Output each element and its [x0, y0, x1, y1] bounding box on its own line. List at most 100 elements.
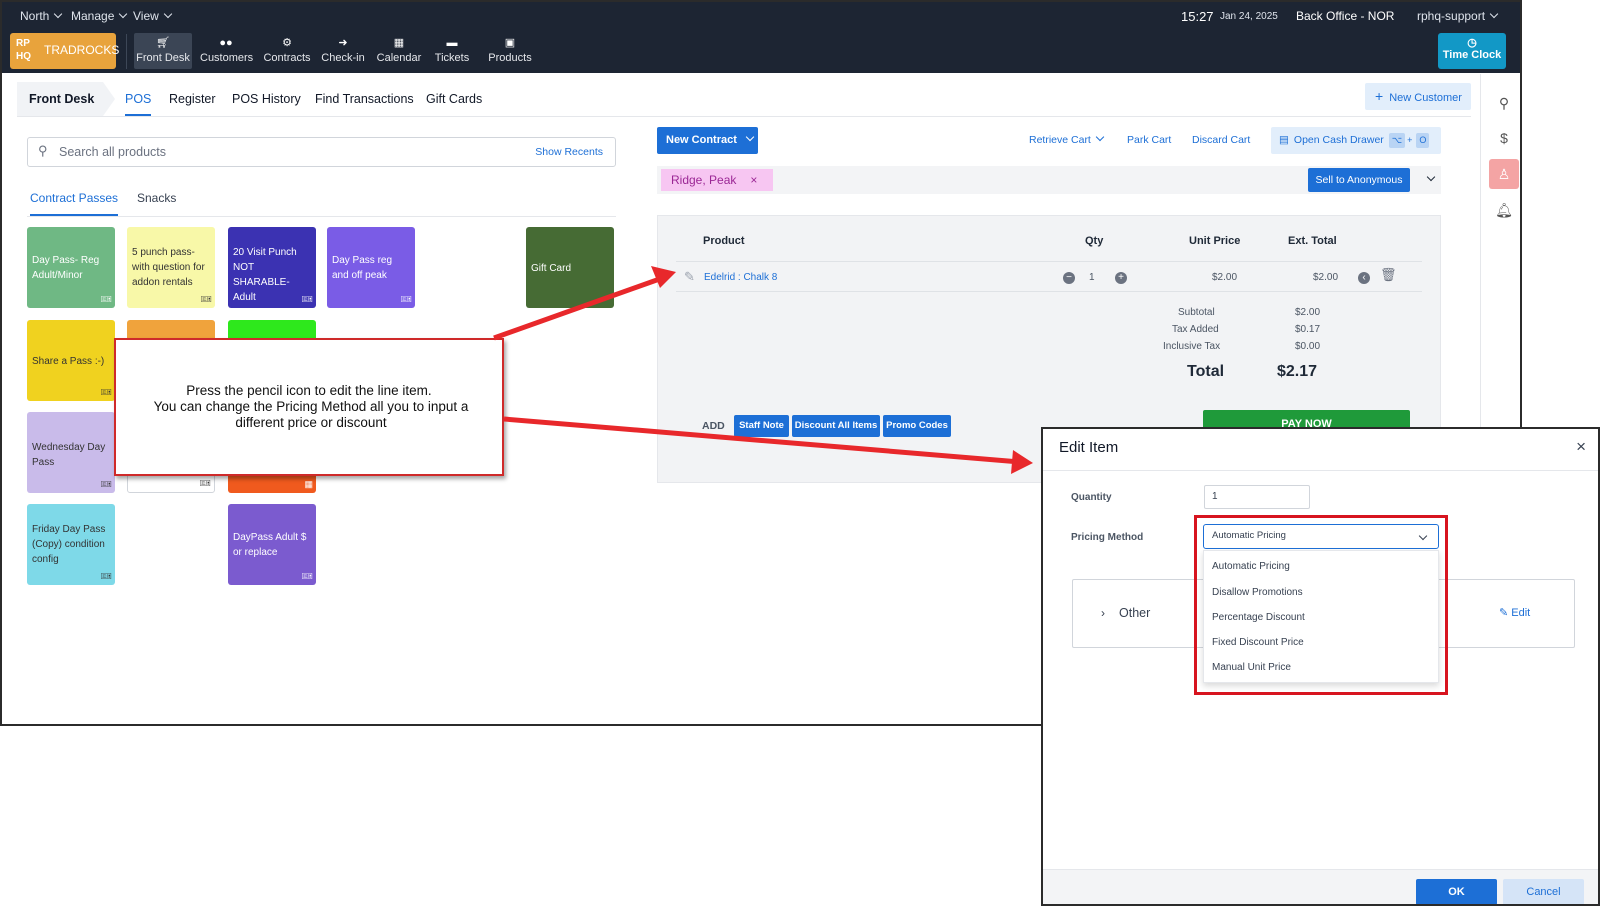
nav-divider: [126, 34, 127, 69]
tab-find-transactions[interactable]: Find Transactions: [315, 82, 414, 116]
close-icon[interactable]: ×: [750, 173, 757, 187]
chevron-down-icon: [745, 132, 755, 142]
nav-customers[interactable]: ●● Customers: [200, 33, 254, 69]
search-placeholder: Search all products: [59, 145, 167, 159]
tax-value: $0.17: [1295, 324, 1321, 335]
time-clock-button[interactable]: ◷ Time Clock: [1438, 33, 1506, 69]
back-arrow-icon[interactable]: ‹: [1358, 272, 1370, 284]
shortcut-plus: +: [1407, 135, 1413, 145]
tab-pos-history[interactable]: POS History: [232, 82, 301, 116]
edit-item-dialog: Edit Item × Quantity 1 Pricing Method › …: [1041, 427, 1600, 906]
nav-label: Calendar: [376, 52, 422, 64]
product-tile[interactable]: DayPass Adult $ or replace 🎫︎: [228, 504, 316, 585]
ticket-icon: 🎫︎: [200, 294, 212, 304]
open-cash-drawer-button[interactable]: ▤ Open Cash Drawer ⌥ + O: [1271, 127, 1441, 154]
nav-check-in[interactable]: ➜ Check-in: [320, 33, 366, 69]
tab-contract-passes[interactable]: Contract Passes: [30, 187, 119, 216]
line-unit-price: $2.00: [1212, 272, 1238, 283]
nav-products[interactable]: ▣ Products: [484, 33, 536, 69]
menu-view[interactable]: View: [133, 2, 173, 31]
brand-logo[interactable]: RP HQ TRADROCKS: [10, 33, 119, 69]
clock-date: Jan 24, 2025: [1220, 11, 1278, 22]
col-qty: Qty: [1085, 235, 1104, 247]
nav-tickets[interactable]: ▬ Tickets: [432, 33, 472, 69]
product-tile[interactable]: 5 punch pass- with question for addon re…: [127, 227, 215, 308]
close-icon[interactable]: ×: [1576, 437, 1586, 457]
top-status-bar: North Manage View 15:27 Jan 24, 2025 Bac…: [2, 2, 1520, 31]
screenshot-stage: North Manage View 15:27 Jan 24, 2025 Bac…: [0, 0, 1600, 906]
product-tile[interactable]: 20 Visit Punch NOT SHARABLE- Adult 🎫︎: [228, 227, 316, 308]
promo-codes-button[interactable]: Promo Codes: [883, 415, 951, 437]
customer-icon[interactable]: ♙: [1489, 159, 1519, 189]
sell-to-anonymous-button[interactable]: Sell to Anonymous: [1308, 168, 1410, 192]
shortcut-key: ⌥: [1388, 133, 1406, 148]
customer-chip[interactable]: Ridge, Peak ×: [661, 169, 773, 191]
new-contract-button[interactable]: New Contract: [657, 127, 758, 154]
brand-mark: RP HQ: [16, 38, 31, 62]
col-ext-total: Ext. Total: [1288, 235, 1337, 247]
other-edit-link[interactable]: ✎ Edit: [1499, 606, 1530, 619]
product-tile[interactable]: Wednesday Day Pass 🎫︎: [27, 412, 115, 493]
menu-manage[interactable]: Manage: [71, 2, 128, 31]
plus-icon: +: [1375, 88, 1384, 104]
chat-icon: ▬: [446, 37, 458, 49]
pencil-icon[interactable]: ✎: [684, 269, 695, 285]
chevron-down-icon[interactable]: [1426, 172, 1436, 182]
tab-register[interactable]: Register: [169, 82, 216, 116]
chevron-down-icon: [163, 9, 173, 19]
minus-icon[interactable]: −: [1063, 272, 1075, 284]
discard-cart-link[interactable]: Discard Cart: [1192, 127, 1250, 154]
product-tile[interactable]: Share a Pass :-) 🎫︎: [27, 320, 115, 401]
clock-time: 15:27: [1181, 9, 1214, 24]
line-product[interactable]: Edelrid : Chalk 8: [704, 272, 777, 283]
plus-icon[interactable]: +: [1115, 272, 1127, 284]
ticket-icon: 🎫︎: [400, 294, 412, 304]
search-icon[interactable]: ⚲: [1489, 88, 1519, 118]
product-tile[interactable]: Gift Card: [526, 227, 614, 308]
ticket-icon: 🎫︎: [301, 571, 313, 581]
nav-calendar[interactable]: ▦ Calendar: [374, 33, 424, 69]
trash-icon[interactable]: 🗑︎: [1380, 267, 1397, 283]
nav-label: Contracts: [263, 52, 311, 64]
ticket-icon: 🎫︎: [199, 478, 211, 488]
nav-front-desk[interactable]: 🛒︎ Front Desk: [134, 33, 192, 69]
discount-all-items-button[interactable]: Discount All Items: [792, 415, 880, 437]
tab-snacks[interactable]: Snacks: [137, 187, 176, 216]
product-tile[interactable]: Day Pass- Reg Adult/Minor 🎫︎: [27, 227, 115, 308]
park-cart-link[interactable]: Park Cart: [1127, 127, 1171, 154]
staff-note-button[interactable]: Staff Note: [734, 415, 789, 437]
ok-button[interactable]: OK: [1416, 879, 1497, 904]
product-label: 20 Visit Punch NOT SHARABLE- Adult: [233, 247, 297, 303]
nav-contracts[interactable]: ⚙ Contracts: [262, 33, 312, 69]
product-search-input[interactable]: ⚲ Search all products Show Recents: [27, 137, 616, 167]
chevron-down-icon: [119, 9, 128, 19]
user-name: rphq-support: [1417, 9, 1486, 23]
product-tile[interactable]: Day Pass reg and off peak 🎫︎: [327, 227, 415, 308]
divider: [17, 116, 1471, 117]
customer-name: Ridge, Peak: [671, 173, 737, 187]
dollar-icon[interactable]: $: [1489, 123, 1519, 153]
ticket-icon: 🎫︎: [301, 294, 313, 304]
menu-north[interactable]: North: [20, 2, 63, 31]
retrieve-cart-link[interactable]: Retrieve Cart: [1029, 127, 1105, 154]
quantity-input[interactable]: 1: [1204, 485, 1310, 509]
product-label: Share a Pass :-): [32, 356, 105, 367]
cancel-button[interactable]: Cancel: [1503, 879, 1584, 904]
menu-label: North: [20, 9, 50, 23]
user-menu[interactable]: rphq-support: [1417, 2, 1499, 31]
new-customer-button[interactable]: + New Customer: [1365, 83, 1471, 110]
quantity-label: Quantity: [1071, 492, 1112, 503]
product-tile[interactable]: Friday Day Pass (Copy) condition config 🎫…: [27, 504, 115, 585]
nav-label: Check-in: [321, 52, 365, 64]
tab-pos[interactable]: POS: [125, 82, 152, 116]
col-product: Product: [703, 235, 745, 247]
breadcrumb: Front Desk: [17, 82, 115, 116]
tab-gift-cards[interactable]: Gift Cards: [426, 82, 482, 116]
bell-icon[interactable]: 🔔︎: [1489, 195, 1519, 225]
arrow-circle-icon: ➜: [338, 37, 348, 49]
new-customer-label: New Customer: [1389, 92, 1462, 104]
nav-label: Customers: [200, 52, 254, 64]
show-recents-link[interactable]: Show Recents: [535, 138, 603, 167]
ticket-icon: 🎫︎: [100, 571, 112, 581]
cash-register-icon: ▤: [1279, 134, 1289, 146]
